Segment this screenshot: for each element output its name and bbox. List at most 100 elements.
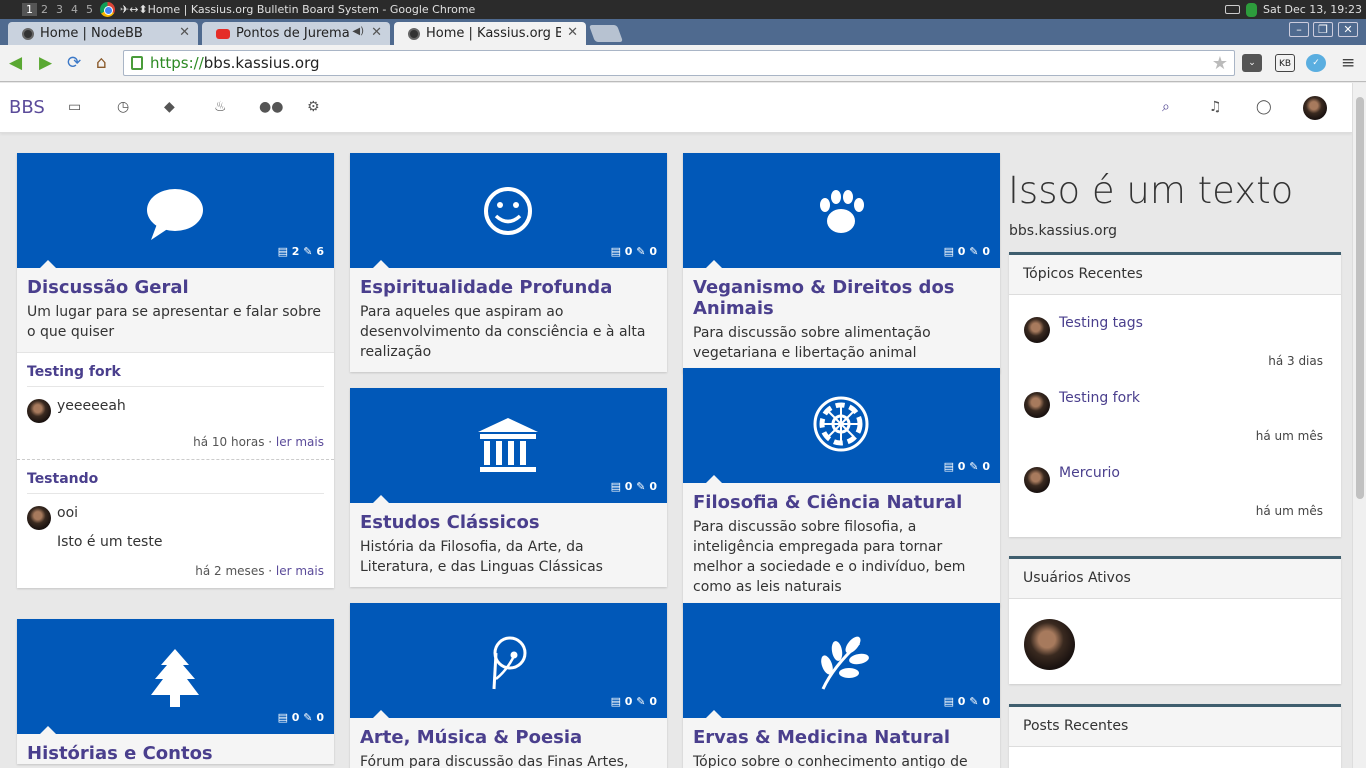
menu-icon[interactable]: ≡: [1341, 54, 1355, 72]
teaser-topic-title[interactable]: Testando: [27, 460, 324, 494]
category-card-veganismo[interactable]: ▤ 0 ✎ 0 Veganismo & Direitos dos Animais…: [683, 153, 1000, 373]
address-bar[interactable]: https://bbs.kassius.org ★: [123, 50, 1235, 76]
category-card-estudos-classicos[interactable]: ▤ 0 ✎ 0 Estudos Clássicos História da Fi…: [350, 388, 667, 587]
extension-icon[interactable]: ✓: [1306, 54, 1326, 72]
category-description: Para discussão sobre filosofia, a inteli…: [693, 519, 966, 595]
fire-icon[interactable]: ♨: [214, 99, 227, 115]
minimize-button[interactable]: –: [1289, 22, 1309, 37]
bell-icon[interactable]: ♫: [1209, 99, 1222, 115]
category-title[interactable]: Veganismo & Direitos dos Animais: [683, 268, 1000, 319]
category-counts: ▤ 0 ✎ 0: [943, 245, 990, 258]
category-title[interactable]: Ervas & Medicina Natural: [683, 718, 1000, 748]
scrollbar-thumb[interactable]: [1356, 97, 1364, 499]
workspace-4[interactable]: 4: [67, 3, 82, 16]
category-card-filosofia[interactable]: ▤ 0 ✎ 0 Filosofia & Ciência Natural Para…: [683, 368, 1000, 607]
category-description: História da Filosofia, da Arte, da Liter…: [360, 539, 603, 575]
category-header[interactable]: ▤ 0 ✎ 0: [350, 153, 667, 269]
home-icon[interactable]: ⌂: [96, 54, 107, 72]
lock-icon[interactable]: [131, 56, 143, 70]
tab-nodebb[interactable]: Home | NodeBB ✕: [8, 22, 198, 45]
keyboard-icon[interactable]: [1224, 5, 1240, 14]
read-more-link[interactable]: ler mais: [276, 564, 324, 578]
category-card-espiritualidade-profunda[interactable]: ▤ 0 ✎ 0 Espiritualidade Profunda Para aq…: [350, 153, 667, 372]
category-title[interactable]: Filosofia & Ciência Natural: [683, 483, 1000, 513]
forward-icon[interactable]: ▶: [39, 54, 52, 72]
clock-icon[interactable]: ◷: [117, 99, 129, 115]
user-avatar[interactable]: [1303, 96, 1327, 120]
keybinding-extension-icon[interactable]: KB: [1275, 54, 1295, 72]
smile-icon: [484, 187, 532, 235]
tab-pontos-de-jurema[interactable]: Pontos de Jurema ◀) ✕: [202, 22, 390, 45]
category-card-ervas[interactable]: ▤ 0 ✎ 0 Ervas & Medicina Natural Tópico …: [683, 603, 1000, 768]
recent-topic-link[interactable]: Testing tags: [1059, 315, 1143, 331]
recent-topic-item[interactable]: Testing fork há um mês: [1009, 370, 1341, 445]
search-icon[interactable]: ⌕: [1162, 99, 1170, 115]
teaser-post-text: ooi: [57, 505, 79, 521]
pied-piper-icon: [492, 636, 527, 690]
chat-icon[interactable]: ◯: [1256, 99, 1272, 115]
teaser-post: yeeeeeah: [27, 397, 324, 435]
workspace-3[interactable]: 3: [52, 3, 67, 16]
category-counts: ▤ 2 ✎ 6: [277, 245, 324, 258]
speaker-icon: ◀): [352, 26, 364, 37]
workspace-switcher[interactable]: 1 2 3 4 5: [22, 3, 97, 16]
avatar[interactable]: [1024, 392, 1050, 418]
category-header[interactable]: ▤ 0 ✎ 0: [683, 368, 1000, 484]
pocket-icon[interactable]: ⌄: [1242, 54, 1262, 72]
active-users-panel: Usuários Ativos: [1009, 556, 1341, 684]
category-card-historias-e-contos[interactable]: ▤ 0 ✎ 0 Histórias e Contos: [17, 619, 334, 764]
network-icon[interactable]: [1245, 2, 1257, 17]
category-title[interactable]: Discussão Geral: [17, 268, 334, 298]
gears-icon[interactable]: ⚙: [307, 99, 320, 115]
workspace-5[interactable]: 5: [82, 3, 97, 16]
category-header[interactable]: ▤ 0 ✎ 0: [683, 603, 1000, 719]
tags-icon[interactable]: ◆: [164, 99, 175, 115]
bookmark-star-icon[interactable]: ★: [1212, 53, 1228, 74]
category-counts: ▤ 0 ✎ 0: [277, 711, 324, 724]
browser-toolbar: ◀ ▶ ⟳ ⌂ https://bbs.kassius.org ★ ⌄ KB ✓…: [0, 45, 1366, 82]
maximize-button[interactable]: ❐: [1313, 22, 1333, 37]
new-tab-button[interactable]: [588, 25, 624, 42]
teaser-topic-title[interactable]: Testing fork: [27, 353, 324, 387]
recent-topic-link[interactable]: Testing fork: [1059, 390, 1140, 406]
category-header[interactable]: ▤ 0 ✎ 0: [17, 619, 334, 735]
users-icon[interactable]: ●●: [259, 99, 283, 115]
inbox-icon[interactable]: ▭: [68, 99, 81, 115]
active-user-avatar[interactable]: [1024, 619, 1075, 670]
recent-topic-item[interactable]: Testing tags há 3 dias: [1009, 295, 1341, 370]
close-icon[interactable]: ✕: [567, 25, 578, 40]
category-card-arte-musica-poesia[interactable]: ▤ 0 ✎ 0 Arte, Música & Poesia Fórum para…: [350, 603, 667, 768]
category-header[interactable]: ▤ 0 ✎ 0: [350, 388, 667, 504]
avatar[interactable]: [27, 506, 51, 530]
avatar[interactable]: [27, 399, 51, 423]
panel-title: Tópicos Recentes: [1009, 255, 1341, 295]
category-title[interactable]: Arte, Música & Poesia: [350, 718, 667, 748]
reload-icon[interactable]: ⟳: [67, 54, 81, 72]
tab-kassius-home[interactable]: Home | Kassius.org B ✕: [394, 22, 586, 45]
category-header[interactable]: ▤ 2 ✎ 6: [17, 153, 334, 269]
workspace-2[interactable]: 2: [37, 3, 52, 16]
close-window-button[interactable]: ✕: [1338, 22, 1358, 37]
clock-text[interactable]: Sat Dec 13, 19:23: [1263, 3, 1362, 16]
recent-topic-link[interactable]: Mercurio: [1059, 465, 1120, 481]
category-header[interactable]: ▤ 0 ✎ 0: [683, 153, 1000, 269]
workspace-1[interactable]: 1: [22, 3, 37, 16]
avatar[interactable]: [1024, 467, 1050, 493]
category-card-discussao-geral[interactable]: ▤ 2 ✎ 6 Discussão Geral Um lugar para se…: [17, 153, 334, 588]
teaser-time: há 2 meses: [195, 564, 265, 578]
close-icon[interactable]: ✕: [371, 25, 382, 40]
recent-topic-item[interactable]: Mercurio há um mês: [1009, 445, 1341, 520]
category-title[interactable]: Espiritualidade Profunda: [350, 268, 667, 298]
category-header[interactable]: ▤ 0 ✎ 0: [350, 603, 667, 719]
brand-link[interactable]: BBS: [9, 97, 45, 118]
page-scrollbar[interactable]: [1352, 83, 1366, 768]
leaf-icon: [821, 636, 869, 690]
avatar[interactable]: [1024, 317, 1050, 343]
read-more-link[interactable]: ler mais: [276, 435, 324, 449]
url-scheme: https://: [150, 54, 204, 72]
back-icon[interactable]: ◀: [9, 54, 22, 72]
category-title[interactable]: Histórias e Contos: [17, 734, 334, 764]
category-title[interactable]: Estudos Clássicos: [350, 503, 667, 533]
category-description: Para discussão sobre alimentação vegetar…: [693, 325, 931, 361]
close-icon[interactable]: ✕: [179, 25, 190, 40]
